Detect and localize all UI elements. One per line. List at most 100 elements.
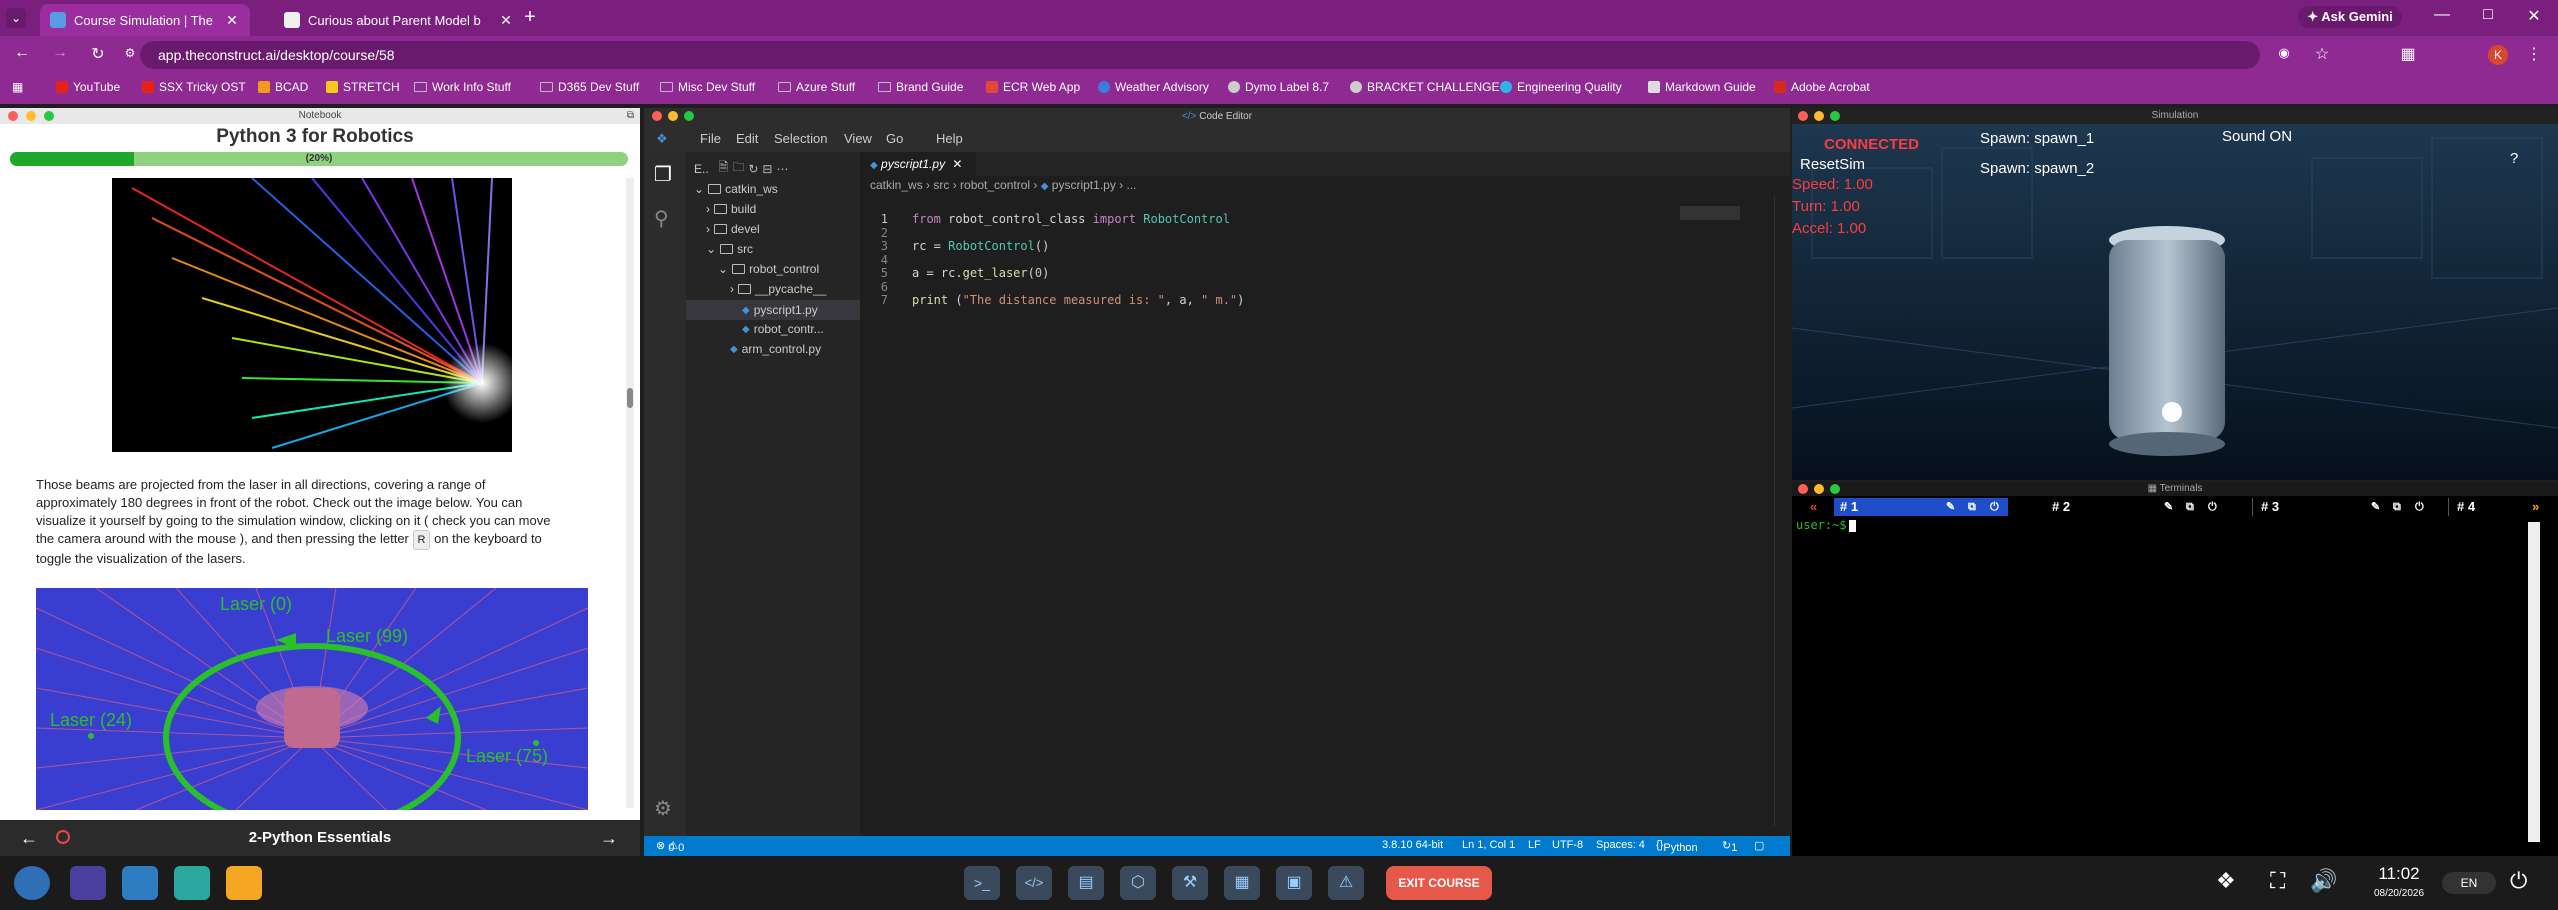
apps-grid-icon[interactable]: ▦ <box>12 80 23 94</box>
indentation-indicator[interactable]: Spaces: 4 <box>1596 839 1645 851</box>
language-switcher[interactable]: EN <box>2442 872 2496 894</box>
maximize-dot-icon[interactable] <box>684 111 694 121</box>
code-editor-app-icon[interactable]: </> <box>1016 866 1052 900</box>
layout-icon[interactable]: ▢ <box>1754 839 1764 852</box>
tools-app-icon[interactable]: ⚒ <box>1172 866 1208 900</box>
bookmark-stretch[interactable]: STRETCH <box>326 80 400 94</box>
menu-view[interactable]: View <box>844 131 872 146</box>
terminal-tab-1[interactable]: # 1 ✎ ⧉ ⏻ <box>1834 498 2008 516</box>
collapse-all-icon[interactable]: ⊟ <box>762 162 772 176</box>
minimize-dot-icon[interactable] <box>26 111 36 121</box>
simulation-window[interactable]: Simulation CONNECTED ResetSim Speed: 1.0… <box>1792 108 2558 480</box>
bookmark-engineering[interactable]: Engineering Quality <box>1500 80 1622 94</box>
tree-item-src[interactable]: ⌄ src <box>706 242 753 256</box>
scroll-right-icon[interactable]: » <box>2532 498 2539 516</box>
terminal-tab-2[interactable]: # 2 ✎ ⧉ ⏻ <box>2052 498 2226 516</box>
new-tab-button[interactable]: + <box>520 6 540 29</box>
sync-icon[interactable]: ↻ 1 <box>1722 839 1737 854</box>
refresh-icon[interactable]: ↻ <box>748 162 758 176</box>
bookmark-star-icon[interactable]: ☆ <box>2312 44 2332 64</box>
bookmark-d365[interactable]: D365 Dev Stuff <box>540 80 639 94</box>
power-icon[interactable]: ⏻ <box>2208 498 2217 516</box>
menu-help[interactable]: Help <box>936 131 963 146</box>
bookmark-brand-guide[interactable]: Brand Guide <box>878 80 963 94</box>
python-interpreter[interactable]: 3.8.10 64-bit <box>1382 839 1443 851</box>
breadcrumb-item[interactable]: robot_control <box>960 178 1030 192</box>
tree-item-devel[interactable]: › devel <box>706 222 760 236</box>
encoding-indicator[interactable]: UTF-8 <box>1552 839 1583 851</box>
terminal-prompt[interactable]: user:~$ <box>1796 518 1856 532</box>
popout-icon[interactable]: ⧉ <box>2393 498 2401 516</box>
popout-icon[interactable]: ⧉ <box>1968 498 1976 516</box>
breadcrumb-item[interactable]: catkin_ws <box>870 178 923 192</box>
bookmark-azure[interactable]: Azure Stuff <box>778 80 855 94</box>
edit-icon[interactable]: ✎ <box>2164 498 2173 516</box>
terminal-scrollbar[interactable] <box>2528 522 2540 842</box>
help-diamond-icon[interactable]: ❖ <box>2216 868 2236 894</box>
tab-search-button[interactable]: ⌄ <box>6 8 26 28</box>
start-globe-icon[interactable] <box>14 866 50 900</box>
eye-off-icon[interactable]: ◉ <box>2274 45 2294 61</box>
minimize-dot-icon[interactable] <box>668 111 678 121</box>
tab-course-simulation[interactable]: Course Simulation | The Cor ✕ <box>40 4 250 36</box>
fullscreen-icon[interactable]: ⛶ <box>2270 868 2285 894</box>
bookmark-ssx[interactable]: SSX Tricky OST <box>142 80 246 94</box>
bookmark-work-info[interactable]: Work Info Stuff <box>414 80 511 94</box>
exit-course-button[interactable]: EXIT COURSE <box>1386 866 1492 900</box>
store-icon[interactable] <box>226 866 262 900</box>
spawn-1-button[interactable]: Spawn: spawn_1 <box>1980 130 2094 147</box>
close-window-icon[interactable]: ✕ <box>2524 6 2544 26</box>
forward-arrow-icon[interactable]: → <box>50 44 70 62</box>
new-folder-icon[interactable]: 🗀 <box>732 158 744 179</box>
extensions-icon[interactable]: ▦ <box>2398 44 2418 64</box>
simulation-app-icon[interactable]: ⬡ <box>1120 866 1156 900</box>
tree-item-catkin-ws[interactable]: ⌄ catkin_ws <box>694 182 778 196</box>
terminal-tab-4[interactable]: # 4 <box>2448 498 2528 516</box>
tree-item-pycache[interactable]: › __pycache__ <box>730 282 826 296</box>
bookmark-markdown[interactable]: Markdown Guide <box>1648 80 1756 94</box>
cursor-position[interactable]: Ln 1, Col 1 <box>1462 839 1515 851</box>
tree-item-robot-control[interactable]: ⌄ robot_control <box>718 262 819 276</box>
language-mode[interactable]: {} Python <box>1656 839 1698 854</box>
volume-icon[interactable]: 🔊 <box>2310 868 2337 894</box>
problems-indicator[interactable]: ⊗ 0 ⚠ 0 <box>656 839 684 854</box>
editor-scrollbar[interactable] <box>1774 196 1786 826</box>
minimize-dot-icon[interactable] <box>1814 484 1824 494</box>
close-dot-icon[interactable] <box>1798 484 1808 494</box>
tree-item-robot-control-class[interactable]: ◆ robot_contr... <box>742 322 824 336</box>
menu-edit[interactable]: Edit <box>736 131 758 146</box>
reset-sim-button[interactable]: ResetSim <box>1800 156 1865 173</box>
maximize-dot-icon[interactable] <box>1830 484 1840 494</box>
menu-selection[interactable]: Selection <box>774 131 827 146</box>
search-icon[interactable]: ⚲ <box>654 206 669 231</box>
maximize-dot-icon[interactable] <box>44 111 54 121</box>
close-dot-icon[interactable] <box>1798 111 1808 121</box>
help-button[interactable]: ? <box>2510 150 2518 167</box>
edit-icon[interactable]: ✎ <box>1946 498 1955 516</box>
terminal-tab-3[interactable]: # 3 ✎ ⧉ ⏻ <box>2252 498 2426 516</box>
tab-curious-parent-model[interactable]: Curious about Parent Model b ✕ <box>274 4 524 36</box>
new-file-icon[interactable]: 🗎 <box>719 158 729 179</box>
menu-file[interactable]: File <box>700 131 721 146</box>
close-icon[interactable]: ✕ <box>952 157 962 171</box>
close-icon[interactable]: ✕ <box>224 12 240 29</box>
minimap[interactable] <box>1680 206 1740 220</box>
course-icon[interactable] <box>70 866 106 900</box>
terminal-app-icon[interactable]: >_ <box>964 866 1000 900</box>
minimize-icon[interactable]: — <box>2432 6 2452 24</box>
bookmark-weather[interactable]: Weather Advisory <box>1098 80 1209 94</box>
popout-icon[interactable]: ⧉ <box>627 108 634 124</box>
code-area[interactable]: ◆ pyscript1.py ✕ catkin_ws › src › robot… <box>860 152 1790 836</box>
bookmark-youtube[interactable]: YouTube <box>56 80 120 94</box>
scrollbar-thumb[interactable] <box>627 388 633 408</box>
ask-gemini-button[interactable]: ✦ Ask Gemini <box>2298 6 2402 28</box>
eol-indicator[interactable]: LF <box>1528 839 1541 851</box>
bookmark-ecr[interactable]: ECR Web App <box>986 80 1080 94</box>
more-menu-icon[interactable]: ⋮ <box>2524 44 2544 64</box>
breadcrumb-item[interactable]: src <box>933 178 949 192</box>
power-icon[interactable]: ⏻ <box>2415 498 2424 516</box>
close-icon[interactable]: ✕ <box>498 12 514 29</box>
breadcrumb-item[interactable]: pyscript1.py <box>1052 178 1116 192</box>
sound-toggle[interactable]: Sound ON <box>2222 128 2292 145</box>
scroll-left-icon[interactable]: « <box>1810 498 1817 516</box>
